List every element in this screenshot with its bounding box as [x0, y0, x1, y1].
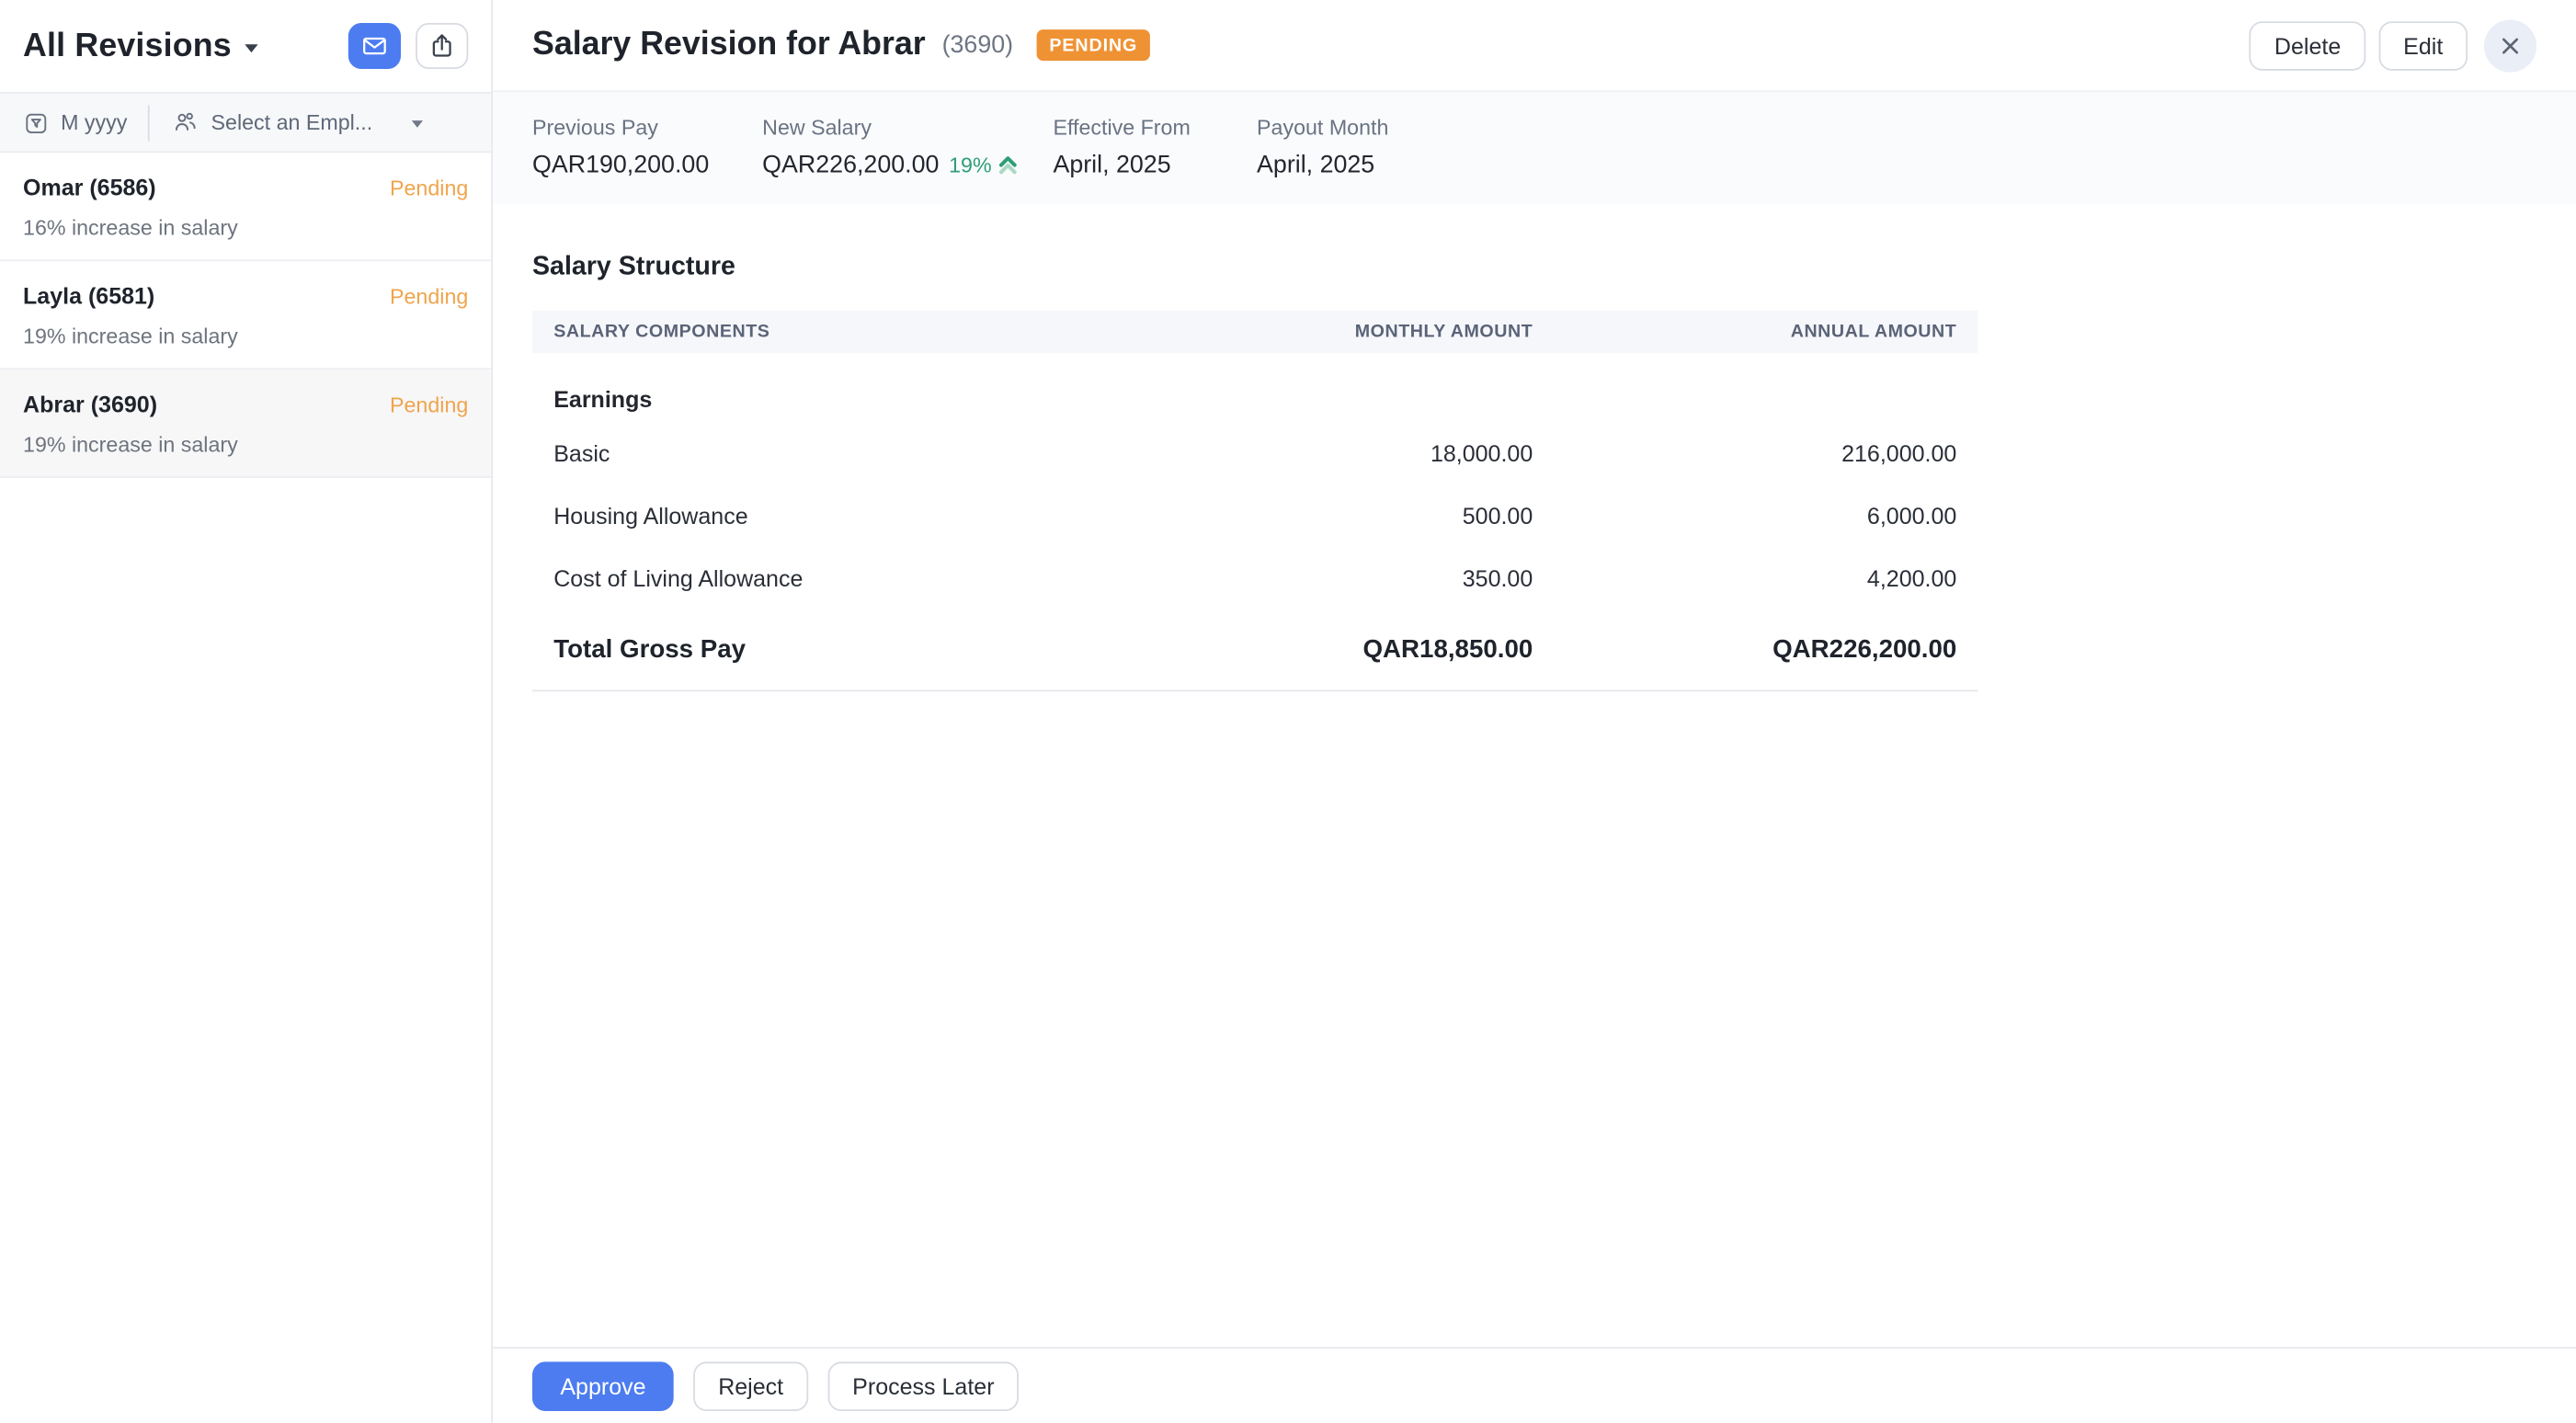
summary-band: Previous Pay QAR190,200.00 New Salary QA…: [493, 90, 2576, 203]
edit-button[interactable]: Edit: [2378, 20, 2468, 70]
column-header-components: SALARY COMPONENTS: [532, 311, 1130, 353]
annual-amount: 6,000.00: [1555, 484, 1978, 547]
increase-indicator: 19%: [949, 153, 1020, 177]
users-icon: [172, 108, 199, 136]
increase-percent: 19%: [949, 153, 992, 177]
component-name: Housing Allowance: [532, 484, 1130, 547]
component-name: Basic: [532, 422, 1130, 484]
mail-icon: [359, 31, 389, 61]
group-label: Earnings: [532, 353, 1130, 422]
revisions-type-dropdown[interactable]: All Revisions: [23, 27, 257, 64]
delete-button[interactable]: Delete: [2250, 20, 2365, 70]
status-badge: Pending: [390, 283, 468, 308]
close-button[interactable]: [2484, 19, 2536, 72]
summary-effective-from: Effective From April, 2025: [1053, 115, 1257, 179]
summary-value: April, 2025: [1053, 151, 1257, 178]
calendar-filter-icon: [23, 109, 50, 136]
section-title: Salary Structure: [532, 253, 2536, 282]
sidebar-header: All Revisions: [0, 0, 491, 92]
salary-structure-section: Salary Structure SALARY COMPONENTS MONTH…: [493, 204, 2576, 1348]
status-badge: Pending: [390, 392, 468, 416]
approve-button[interactable]: Approve: [532, 1361, 674, 1411]
revision-list-item-layla[interactable]: Layla (6581) Pending 19% increase in sal…: [0, 261, 491, 370]
sidebar-filter-bar: M yyyy Select an Empl...: [0, 92, 491, 153]
page-title: Salary Revision for Abrar: [532, 27, 926, 64]
summary-payout-month: Payout Month April, 2025: [1257, 115, 1388, 179]
total-monthly-amount: QAR18,850.00: [1130, 609, 1554, 690]
employee-filter[interactable]: Select an Empl...: [172, 108, 424, 136]
summary-label: Effective From: [1053, 115, 1257, 140]
detail-header: Salary Revision for Abrar (3690) PENDING…: [493, 0, 2576, 90]
annual-amount: 4,200.00: [1555, 547, 1978, 609]
table-header-row: SALARY COMPONENTS MONTHLY AMOUNT ANNUAL …: [532, 311, 1978, 353]
column-header-annual: ANNUAL AMOUNT: [1555, 311, 1978, 353]
summary-previous-pay: Previous Pay QAR190,200.00: [532, 115, 762, 179]
summary-label: Payout Month: [1257, 115, 1388, 140]
filter-divider: [149, 104, 151, 140]
revision-list-item-omar[interactable]: Omar (6586) Pending 16% increase in sala…: [0, 153, 491, 261]
table-row: Basic 18,000.00 216,000.00: [532, 422, 1978, 484]
component-name: Cost of Living Allowance: [532, 547, 1130, 609]
revisions-sidebar: All Revisions: [0, 0, 493, 1423]
revision-subtitle: 19% increase in salary: [23, 432, 468, 457]
table-row: Cost of Living Allowance 350.00 4,200.00: [532, 547, 1978, 609]
export-button[interactable]: [416, 23, 468, 69]
chevron-down-icon: [245, 44, 257, 52]
total-annual-amount: QAR226,200.00: [1555, 609, 1978, 690]
revision-subtitle: 19% increase in salary: [23, 324, 468, 348]
column-header-monthly: MONTHLY AMOUNT: [1130, 311, 1554, 353]
employee-id: (3690): [942, 31, 1013, 59]
employee-name: Omar (6586): [23, 174, 156, 200]
share-icon: [427, 31, 457, 61]
employee-name: Layla (6581): [23, 282, 154, 309]
new-salary-amount: QAR226,200.00: [762, 151, 939, 178]
table-row: Housing Allowance 500.00 6,000.00: [532, 484, 1978, 547]
revisions-list: Omar (6586) Pending 16% increase in sala…: [0, 153, 491, 1422]
salary-structure-table: SALARY COMPONENTS MONTHLY AMOUNT ANNUAL …: [532, 311, 1978, 692]
summary-label: New Salary: [762, 115, 1053, 140]
sidebar-title: All Revisions: [23, 27, 232, 64]
summary-value: QAR226,200.00 19%: [762, 151, 1053, 178]
summary-value: QAR190,200.00: [532, 151, 762, 178]
summary-value: April, 2025: [1257, 151, 1388, 178]
monthly-amount: 350.00: [1130, 547, 1554, 609]
revision-detail-panel: Salary Revision for Abrar (3690) PENDING…: [493, 0, 2576, 1423]
summary-label: Previous Pay: [532, 115, 762, 140]
process-later-button[interactable]: Process Later: [827, 1361, 1019, 1411]
monthly-amount: 500.00: [1130, 484, 1554, 547]
chevron-down-icon: [411, 120, 422, 128]
close-icon: [2497, 32, 2524, 59]
pending-badge: PENDING: [1036, 29, 1150, 61]
table-total-row: Total Gross Pay QAR18,850.00 QAR226,200.…: [532, 609, 1978, 691]
employee-name: Abrar (3690): [23, 391, 157, 417]
app-window: All Revisions: [0, 0, 2576, 1423]
mail-button[interactable]: [348, 23, 401, 69]
date-filter[interactable]: M yyyy: [23, 109, 127, 136]
annual-amount: 216,000.00: [1555, 422, 1978, 484]
action-footer: Approve Reject Process Later: [493, 1347, 2576, 1422]
revision-subtitle: 16% increase in salary: [23, 215, 468, 240]
monthly-amount: 18,000.00: [1130, 422, 1554, 484]
employee-filter-placeholder: Select an Empl...: [211, 110, 373, 135]
double-chevron-up-icon: [995, 153, 1020, 177]
status-badge: Pending: [390, 175, 468, 199]
reject-button[interactable]: Reject: [693, 1361, 808, 1411]
date-filter-placeholder: M yyyy: [61, 110, 127, 135]
table-group-row: Earnings: [532, 353, 1978, 422]
summary-new-salary: New Salary QAR226,200.00 19%: [762, 115, 1053, 179]
sidebar-actions: [348, 23, 468, 69]
total-label: Total Gross Pay: [532, 609, 1130, 690]
revision-list-item-abrar[interactable]: Abrar (3690) Pending 19% increase in sal…: [0, 370, 491, 478]
